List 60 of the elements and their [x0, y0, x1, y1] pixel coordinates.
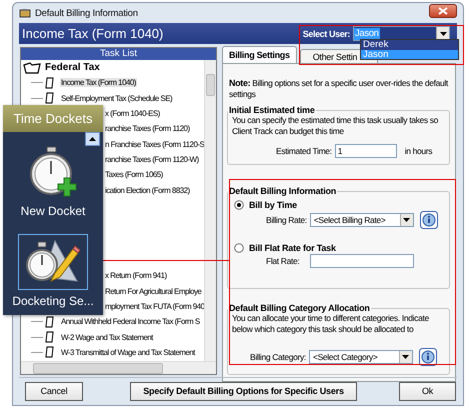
- task-item[interactable]: Annual Withheld Federal Income Tax (Form S: [60, 317, 201, 326]
- dialog-button[interactable]: Cancel: [25, 382, 83, 400]
- group-title: Initial Estimated time: [228, 105, 316, 115]
- field-label: Flat Rate:: [266, 256, 300, 266]
- folder-item[interactable]: Federal Tax: [45, 62, 100, 74]
- flat-rate-field[interactable]: [310, 254, 414, 268]
- estimated-time-field[interactable]: 1: [334, 144, 397, 158]
- close-button[interactable]: [429, 4, 457, 18]
- panel-title: Time Dockets: [3, 105, 103, 132]
- billing-category-dropdown[interactable]: <Select Category>: [308, 350, 413, 364]
- radio-button[interactable]: [234, 200, 244, 210]
- task-item[interactable]: W-2 Wage and Tax Statement: [60, 332, 154, 342]
- task-item[interactable]: x Return (Form 941): [104, 271, 168, 280]
- task-item[interactable]: mployment Tax FUTA (Form 940: [104, 302, 204, 311]
- dropdown-arrow-icon: [403, 218, 410, 222]
- field-label: Billing Category:: [250, 352, 306, 362]
- radio-label[interactable]: Bill by Time: [249, 200, 297, 210]
- task-item[interactable]: Return For Agricultural Employe: [104, 286, 202, 296]
- horizontal-scrollbar[interactable]: [21, 361, 216, 374]
- info-icon[interactable]: [420, 211, 438, 229]
- task-item[interactable]: ranchise Taxes (Form 1120): [104, 124, 191, 134]
- field-label: Estimated Time:: [276, 146, 332, 156]
- app-icon: [19, 8, 31, 18]
- tab[interactable]: Billing Settings: [222, 46, 297, 63]
- unit-label: in hours: [404, 146, 432, 156]
- task-item[interactable]: W-3 Transmittal of Wage and Tax Statement: [60, 348, 196, 357]
- close-icon: [438, 7, 448, 15]
- task-item[interactable]: x (Form 1040-ES): [104, 109, 161, 118]
- radio-label[interactable]: Bill Flat Rate for Task: [249, 243, 336, 253]
- field-label: Billing Rate:: [266, 215, 307, 225]
- task-title: Income Tax (Form 1040): [22, 26, 164, 41]
- description-text: You can allocate your time to different categories. Indicate below which category this task should be allocated to: [232, 313, 430, 335]
- task-item[interactable]: n Franchise Taxes (Form 1120-S: [104, 140, 204, 149]
- task-item[interactable]: Income Tax (Form 1040): [60, 78, 137, 88]
- note-text: Note: Billing options set for a specific user over-rides the default settings: [228, 78, 450, 100]
- up-arrow-icon: [89, 137, 96, 141]
- description-text: You can specify the estimated time this task usually takes so Client Track can budget this time: [232, 115, 440, 137]
- window-title: Default Billing Information: [35, 8, 138, 18]
- group-title: Default Billing Information: [228, 186, 338, 196]
- task-list-header: Task List: [21, 48, 216, 60]
- group-title: Default Billing Category Allocation: [228, 303, 371, 313]
- info-icon[interactable]: [418, 348, 437, 366]
- radio-button[interactable]: [234, 243, 244, 253]
- scroll-up-button[interactable]: [85, 132, 100, 146]
- task-item[interactable]: Taxes (Form 1065): [104, 170, 164, 180]
- billing-rate-dropdown[interactable]: <Select Billing Rate>: [310, 213, 414, 227]
- dropdown-arrow-icon: [402, 355, 410, 359]
- user-option[interactable]: Derek: [361, 40, 458, 50]
- task-item[interactable]: Self-Employment Tax (Schedule SE): [60, 94, 174, 103]
- task-item[interactable]: ication Election (Form 8832): [104, 186, 191, 195]
- vertical-scrollbar[interactable]: [204, 60, 216, 361]
- docket-tile[interactable]: [18, 234, 88, 290]
- docket-label: Docketing Se...: [12, 294, 94, 308]
- dialog-button[interactable]: Ok: [399, 382, 456, 400]
- select-user-label: Select User:: [302, 28, 350, 38]
- task-item[interactable]: ranchise Taxes (Form 1120-W): [104, 154, 200, 164]
- dialog-button[interactable]: Specify Default Billing Options for Specific Users: [130, 382, 357, 400]
- dropdown-arrow-icon: [440, 32, 446, 36]
- docket-label: New Docket: [20, 204, 86, 218]
- stopwatch-plus-icon: [28, 146, 78, 198]
